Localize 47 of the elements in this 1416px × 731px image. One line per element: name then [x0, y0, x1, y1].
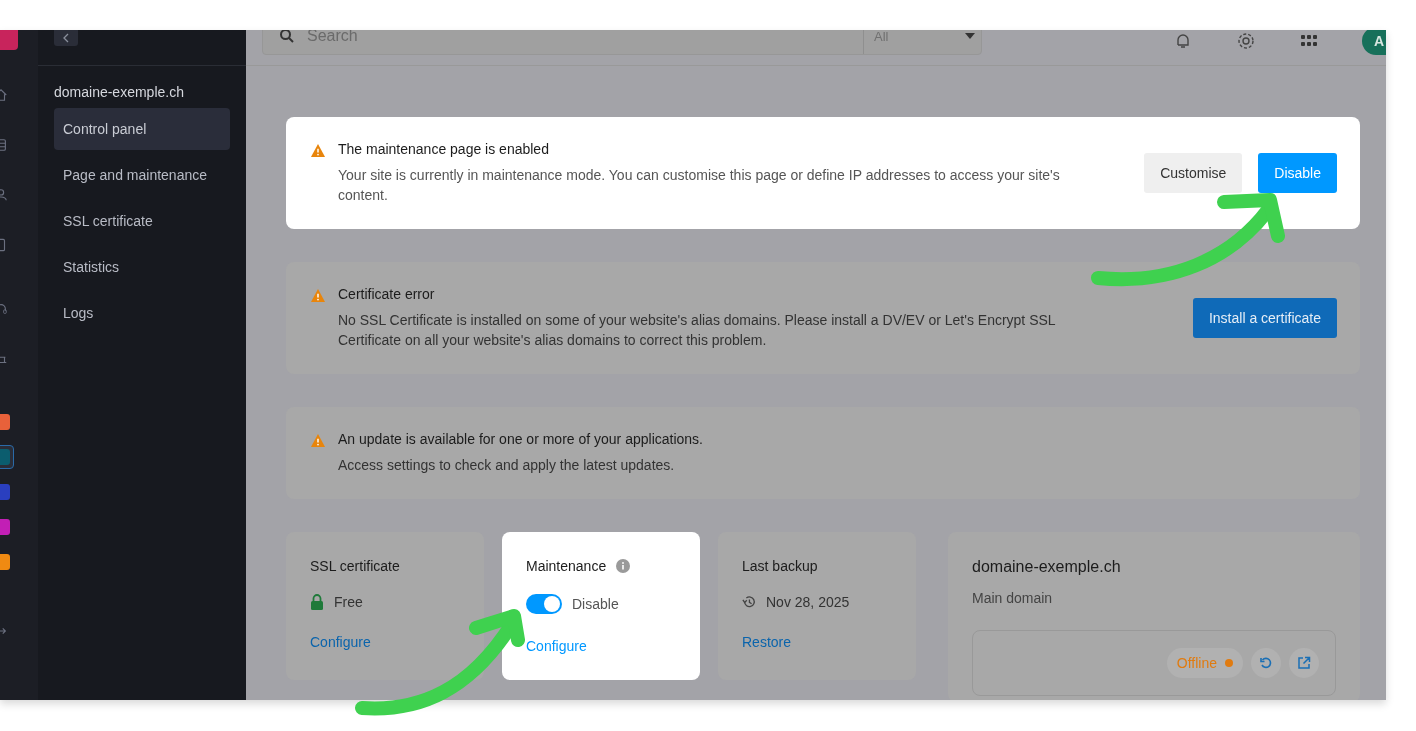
- settings-icon[interactable]: [1236, 31, 1256, 51]
- user-avatar[interactable]: A: [1362, 30, 1386, 55]
- card-link[interactable]: Configure: [310, 634, 371, 650]
- domain-subtitle: Main domain: [972, 590, 1054, 606]
- collapse-button[interactable]: [54, 30, 78, 46]
- alert-message: No SSL Certificate is installed on some of your website's alias domains. Please install a DV/EV or Let's Encrypt SSL Certificate on all your website's alias domains to correct this problem.: [338, 311, 1057, 350]
- sidebar-item[interactable]: Control panel: [54, 108, 230, 150]
- app-logo-icon[interactable]: [0, 414, 10, 430]
- warning-icon: [310, 143, 326, 158]
- lock-icon: [310, 594, 324, 610]
- alert-message: Your site is currently in maintenance mode. You can customise this page or define IP addresses to access your site's content.: [338, 166, 1061, 205]
- card-title: Maintenance: [526, 558, 607, 574]
- info-icon[interactable]: [616, 559, 631, 573]
- sidebar-item[interactable]: Statistics: [54, 246, 230, 288]
- maintenance-toggle[interactable]: [526, 594, 562, 614]
- refresh-icon: [1259, 656, 1273, 670]
- chevron-left-icon: [62, 33, 70, 43]
- primary-button[interactable]: Disable: [1258, 153, 1337, 193]
- search-icon: [279, 30, 295, 44]
- sidebar-item[interactable]: Logs: [54, 292, 230, 334]
- card-link[interactable]: Restore: [742, 634, 792, 650]
- caret-icon: [965, 33, 975, 39]
- status-text: Offline: [1176, 655, 1217, 671]
- card-title: SSL certificate: [310, 558, 400, 574]
- external-link-icon: [1297, 656, 1311, 670]
- card-value: Nov 28, 2025: [766, 594, 850, 610]
- app-logo-icon[interactable]: [0, 519, 10, 535]
- card-value: Free: [334, 594, 363, 610]
- refresh-button[interactable]: [1251, 648, 1281, 678]
- alert-title: An update is available for one or more of your applications.: [338, 431, 704, 447]
- card-title: Last backup: [742, 558, 818, 574]
- sidebar-item[interactable]: Page and maintenance: [54, 154, 230, 196]
- warning-icon: [310, 433, 326, 448]
- history-icon: [742, 594, 756, 610]
- secondary-button[interactable]: Customise: [1144, 153, 1243, 193]
- app-logo-icon[interactable]: [0, 554, 10, 570]
- alert-message: Access settings to check and apply the latest updates.: [338, 456, 676, 475]
- open-external-button[interactable]: [1289, 648, 1319, 678]
- sidebar-item[interactable]: SSL certificate: [54, 200, 230, 242]
- alert-title: The maintenance page is enabled: [338, 141, 550, 157]
- site-name: domaine-exemple.ch: [54, 84, 185, 100]
- card-link[interactable]: Configure: [526, 638, 587, 654]
- warning-icon: [310, 288, 326, 303]
- domain-name: domaine-exemple.ch: [972, 558, 1122, 576]
- alert-title: Certificate error: [338, 286, 436, 302]
- primary-button[interactable]: Install a certificate: [1192, 298, 1337, 338]
- card-value: Disable: [572, 596, 619, 612]
